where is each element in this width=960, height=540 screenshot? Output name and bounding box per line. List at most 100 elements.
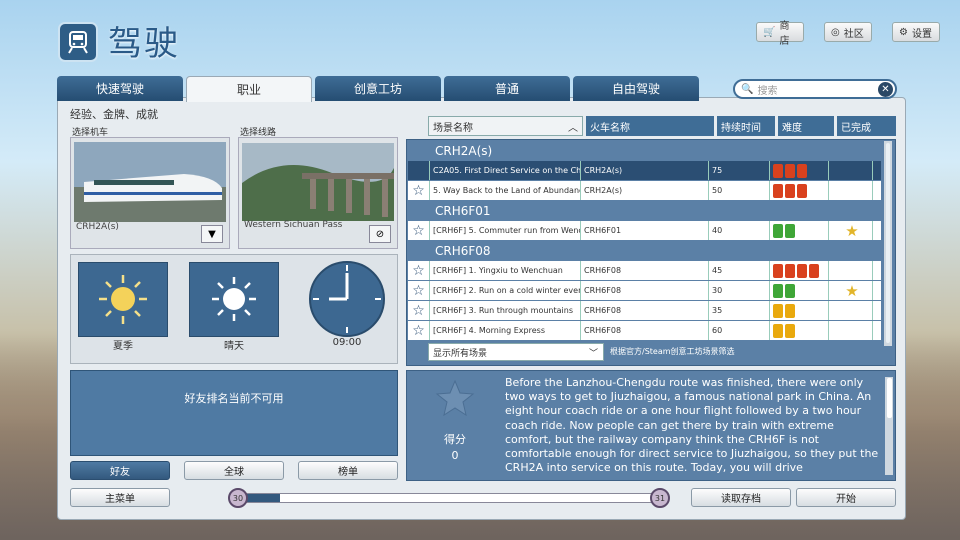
no-entry-icon[interactable]: ⊘	[369, 225, 391, 243]
favorite-star-icon[interactable]: ☆	[408, 181, 430, 200]
search-input[interactable]: 🔍 搜索 ✕	[733, 79, 897, 99]
table-row[interactable]: C2A05. First Direct Service on the Ch CRH…	[408, 161, 881, 180]
difficulty-indicator	[770, 261, 829, 280]
completed-cell: ★	[829, 281, 873, 300]
clock-icon	[309, 261, 385, 337]
description-scrollbar[interactable]	[885, 377, 893, 475]
difficulty-block	[785, 183, 795, 198]
cell-duration: 50	[709, 181, 770, 200]
cell-duration: 30	[709, 281, 770, 300]
tab-career[interactable]: 职业	[186, 76, 312, 102]
progress-start-badge: 30	[228, 488, 248, 508]
store-button[interactable]: 🛒 商店	[756, 21, 804, 47]
completed-cell	[829, 261, 873, 280]
difficulty-block	[797, 263, 807, 278]
friends-button[interactable]: 好友	[70, 461, 170, 480]
difficulty-block	[785, 223, 795, 238]
table-row[interactable]: ☆ [CRH6F] 3. Run through mountains CRH6F08…	[408, 301, 881, 320]
completed-cell	[829, 181, 873, 200]
difficulty-indicator	[770, 221, 829, 240]
completed-cell: ★	[829, 221, 873, 240]
global-button[interactable]: 全球	[184, 461, 284, 480]
route-name: Western Sichuan Pass	[244, 220, 343, 230]
leaderboard-message: 好友排名当前不可用	[184, 392, 284, 405]
tab-standard[interactable]: 普通	[444, 76, 570, 101]
search-icon: 🔍	[741, 83, 754, 95]
settings-button[interactable]: ⚙ 设置	[892, 22, 940, 42]
favorite-star-icon[interactable]: ☆	[408, 261, 430, 280]
cell-train: CRH2A(s)	[581, 181, 709, 200]
clear-sun-icon	[212, 277, 256, 321]
table-row[interactable]: ☆ [CRH6F] 5. Commuter run from Wenci CRH6F…	[408, 221, 881, 240]
sort-up-icon: ︿	[568, 122, 578, 134]
scenario-filter-dropdown[interactable]: 显示所有场景 ﹀	[428, 343, 604, 361]
favorite-star-icon[interactable]: ☆	[408, 281, 430, 300]
progress-bar	[236, 493, 664, 503]
difficulty-block	[797, 183, 807, 198]
weather-label: 晴天	[224, 341, 244, 352]
difficulty-indicator	[770, 281, 829, 300]
loco-selector[interactable]: CRH2A(s) ▼	[70, 137, 230, 249]
filter-note: 根据官方/Steam创意工坊场景筛选	[610, 347, 735, 356]
chevron-down-icon: ﹀	[588, 348, 598, 359]
cell-duration: 60	[709, 321, 770, 340]
header-scenario[interactable]: 场景名称 ︿	[428, 116, 583, 136]
main-menu-button[interactable]: 主菜单	[70, 488, 170, 507]
header-completed[interactable]: 已完成	[837, 116, 896, 136]
difficulty-block	[773, 223, 783, 238]
route-selector[interactable]: Western Sichuan Pass ⊘	[238, 137, 398, 249]
group-header: CRH6F01	[435, 204, 491, 218]
tab-workshop[interactable]: 创意工坊	[315, 76, 441, 101]
tab-free-roam[interactable]: 自由驾驶	[573, 76, 699, 101]
difficulty-block	[773, 303, 783, 318]
weather-selector[interactable]	[189, 262, 279, 337]
scenario-detail: 得分 0 Before the Lanzhou-Chengdu route wa…	[406, 370, 896, 481]
table-row[interactable]: ☆ 5. Way Back to the Land of Abundance CRH…	[408, 181, 881, 200]
difficulty-indicator	[770, 301, 829, 320]
difficulty-block	[773, 163, 783, 178]
scenario-description: Before the Lanzhou-Chengdu route was fin…	[505, 376, 879, 475]
start-button[interactable]: 开始	[796, 488, 896, 507]
filter-icon[interactable]: ▼	[201, 225, 223, 243]
leaderboard-panel: 好友排名当前不可用	[70, 370, 398, 456]
time-selector[interactable]	[307, 259, 387, 339]
gear-icon: ⚙	[899, 26, 908, 38]
favorite-star-icon[interactable]	[408, 161, 430, 180]
list-scrollbar[interactable]	[884, 141, 892, 346]
season-selector[interactable]	[78, 262, 168, 337]
difficulty-block	[773, 263, 783, 278]
season-label: 夏季	[113, 341, 133, 352]
cell-train: CRH2A(s)	[581, 161, 709, 180]
header-duration[interactable]: 持续时间	[717, 116, 775, 136]
cell-scenario: [CRH6F] 5. Commuter run from Wenci	[430, 221, 581, 240]
route-image	[242, 143, 394, 221]
table-row[interactable]: ☆ [CRH6F] 4. Morning Express CRH6F08 60	[408, 321, 881, 340]
cell-duration: 40	[709, 221, 770, 240]
table-row[interactable]: ☆ [CRH6F] 1. Yingxiu to Wenchuan CRH6F08 45	[408, 261, 881, 280]
section-title: 经验、金牌、成就	[70, 108, 158, 121]
difficulty-block	[797, 163, 807, 178]
header-train[interactable]: 火车名称	[586, 116, 714, 136]
cell-train: CRH6F08	[581, 261, 709, 280]
community-button[interactable]: ◎ 社区	[824, 22, 872, 42]
favorite-star-icon[interactable]: ☆	[408, 301, 430, 320]
difficulty-block	[809, 263, 819, 278]
cell-scenario: [CRH6F] 2. Run on a cold winter even	[430, 281, 581, 300]
cart-icon: 🛒	[763, 26, 776, 38]
table-row[interactable]: ☆ [CRH6F] 2. Run on a cold winter even CRH…	[408, 281, 881, 300]
completed-cell	[829, 301, 873, 320]
loco-image	[74, 142, 226, 222]
favorite-star-icon[interactable]: ☆	[408, 221, 430, 240]
favorite-star-icon[interactable]: ☆	[408, 321, 430, 340]
header-difficulty[interactable]: 难度	[778, 116, 834, 136]
leaderboard-button[interactable]: 榜单	[298, 461, 398, 480]
cell-scenario: 5. Way Back to the Land of Abundance	[430, 181, 581, 200]
cell-train: CRH6F08	[581, 321, 709, 340]
conditions-panel: 夏季 晴天 09:00	[70, 254, 398, 364]
load-save-button[interactable]: 读取存档	[691, 488, 791, 507]
tab-quick-drive[interactable]: 快速驾驶	[57, 76, 183, 101]
difficulty-block	[785, 263, 795, 278]
difficulty-block	[785, 303, 795, 318]
clear-search-icon[interactable]: ✕	[878, 82, 893, 97]
cell-train: CRH6F08	[581, 301, 709, 320]
